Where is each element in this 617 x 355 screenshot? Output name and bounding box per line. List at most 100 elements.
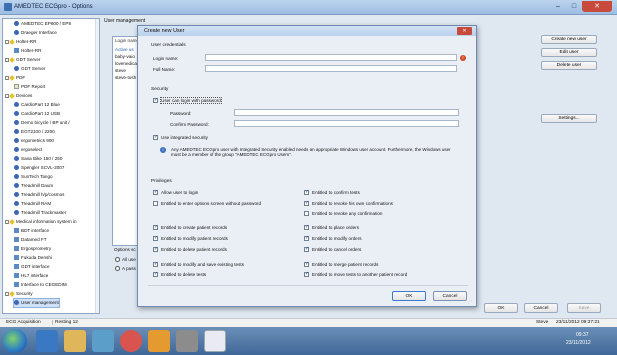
- tree-item-label: Treadmill Trackmaster: [21, 210, 67, 215]
- tree-item[interactable]: ergoselect: [14, 146, 42, 154]
- ecgpro-icon[interactable]: [204, 330, 226, 352]
- minimize-button[interactable]: –: [550, 1, 566, 12]
- tree-item[interactable]: Fukuda Denshi: [14, 254, 52, 262]
- star-icon: [9, 74, 15, 81]
- plug-icon: [14, 282, 19, 288]
- privilege-label: Entitled to revoke his own confirmations: [312, 201, 393, 206]
- tree-item[interactable]: AMEDTEC EP800 / EP8: [14, 20, 71, 28]
- password-field[interactable]: [234, 109, 459, 116]
- tree-item[interactable]: - GDT Server: [5, 56, 40, 64]
- privilege-checkbox[interactable]: [153, 189, 158, 195]
- tree-item[interactable]: GDT interface: [14, 263, 50, 271]
- privilege-checkbox[interactable]: [304, 211, 309, 216]
- tree-item[interactable]: PDF Report: [14, 83, 45, 91]
- media-icon[interactable]: [92, 330, 114, 352]
- radio-password[interactable]: [115, 266, 120, 271]
- tree-item-label: GDT Server: [21, 66, 46, 71]
- tree-item[interactable]: EGT2100 / 2200: [14, 128, 55, 136]
- tree-item[interactable]: User management: [13, 298, 60, 308]
- tree-item[interactable]: CardioPart 12 Blue: [14, 101, 60, 109]
- tree-item[interactable]: SunTech Tango: [14, 173, 53, 181]
- privilege-checkbox[interactable]: [304, 224, 309, 230]
- privilege-checkbox[interactable]: [304, 261, 309, 267]
- privilege-checkbox[interactable]: [304, 189, 309, 195]
- privilege-checkbox[interactable]: [304, 235, 309, 241]
- status-mode: ECG Acquisition: [6, 320, 41, 325]
- login-name-field[interactable]: [205, 54, 457, 61]
- settings-button[interactable]: Settings...: [541, 114, 597, 123]
- tree-item-label: Security: [16, 291, 33, 296]
- privilege-checkbox[interactable]: [153, 224, 158, 230]
- office-icon[interactable]: [148, 330, 170, 352]
- tree-item[interactable]: Treadmill Daum: [14, 182, 53, 190]
- dialog-close-button[interactable]: ✕: [457, 27, 472, 35]
- tree-item[interactable]: Holter-RR: [14, 47, 41, 55]
- login-with-password-label: User can login with password: [160, 97, 222, 104]
- clock-time: 09:37: [576, 332, 589, 338]
- tree-item[interactable]: Ergosprometry: [14, 245, 51, 253]
- tree-item[interactable]: - Security: [5, 290, 33, 298]
- create-user-button[interactable]: Create new user: [541, 35, 597, 44]
- tree-item[interactable]: CardioPart 12 USB: [14, 110, 60, 118]
- tree-item[interactable]: Draeger Interface: [14, 29, 57, 37]
- tree-item[interactable]: BDT interface: [14, 227, 49, 235]
- login-item[interactable]: baby-vaio: [115, 54, 135, 59]
- privilege-checkbox[interactable]: [153, 246, 158, 252]
- delete-user-button[interactable]: Delete user: [541, 61, 597, 70]
- chrome-icon[interactable]: [120, 330, 142, 352]
- tree-scrollbar[interactable]: [95, 19, 99, 313]
- ok-main-button[interactable]: OK: [484, 303, 518, 313]
- cancel-main-button[interactable]: Cancel: [524, 303, 558, 313]
- login-item[interactable]: lovenedical: [115, 61, 138, 66]
- privilege-checkbox[interactable]: [153, 261, 158, 267]
- password-label: Password:: [170, 111, 192, 116]
- tree-item-label: GDT interface: [21, 264, 50, 269]
- tree-item[interactable]: Sana Bike 150 / 250: [14, 155, 62, 163]
- tree-item[interactable]: - PDF: [5, 74, 25, 82]
- tree-item[interactable]: Interface to CEGEDIM: [14, 281, 67, 289]
- tree-item[interactable]: Treadmill Trackmaster: [14, 209, 66, 217]
- close-button[interactable]: ✕: [582, 1, 612, 12]
- tree-item[interactable]: - Medical information system in: [5, 218, 77, 226]
- tree-item[interactable]: HL7 interface: [14, 272, 48, 280]
- privilege-checkbox[interactable]: [304, 271, 309, 277]
- login-item[interactable]: steve: [115, 68, 126, 73]
- radio-all-users[interactable]: [115, 257, 120, 262]
- ie-icon[interactable]: [36, 330, 58, 352]
- tree-item[interactable]: Treadmill h/p/cosmos: [14, 191, 64, 199]
- privilege-checkbox[interactable]: [304, 246, 309, 252]
- privilege-label: Entitled to revoke any confirmation: [312, 211, 383, 216]
- tree-item[interactable]: Spengler SCVL-2007: [14, 164, 64, 172]
- login-item[interactable]: Active us: [115, 47, 134, 52]
- tree-item[interactable]: Demo bicycle / BP unit /: [14, 119, 70, 127]
- dialog-cancel-button[interactable]: Cancel: [433, 291, 467, 301]
- tree-item[interactable]: Treadmill RAM: [14, 200, 51, 208]
- tree-item[interactable]: - Devices: [5, 92, 32, 100]
- plug-icon: [14, 255, 19, 261]
- edit-user-button[interactable]: Edit user: [541, 48, 597, 57]
- options-tree[interactable]: AMEDTEC EP800 / EP8 Draeger Interface - Hol…: [2, 18, 100, 314]
- privilege-checkbox[interactable]: [304, 200, 309, 206]
- privilege-checkbox[interactable]: [153, 201, 158, 206]
- start-button[interactable]: [3, 329, 27, 353]
- full-name-field[interactable]: [205, 65, 457, 72]
- login-item[interactable]: steve-tosh: [115, 75, 136, 80]
- tree-item[interactable]: Datamed FT: [14, 236, 47, 244]
- confirm-password-field[interactable]: [234, 120, 459, 127]
- app-icon-2[interactable]: [176, 330, 198, 352]
- tree-item[interactable]: ergometrics 900: [14, 137, 54, 145]
- save-button[interactable]: Save: [567, 303, 601, 313]
- privilege-checkbox[interactable]: [153, 271, 158, 277]
- tree-item[interactable]: GDT Server: [14, 65, 45, 73]
- tree-item[interactable]: - Holter-RR: [5, 38, 36, 46]
- error-icon: !: [460, 55, 466, 61]
- integrated-security-checkbox[interactable]: [153, 134, 158, 140]
- clock-date: 23/11/2012: [566, 340, 591, 346]
- dialog-ok-button[interactable]: OK: [392, 291, 426, 301]
- privilege-checkbox[interactable]: [153, 235, 158, 241]
- folder-icon[interactable]: [64, 330, 86, 352]
- tree-item-label: ergoselect: [21, 147, 43, 152]
- resize-grip[interactable]: ⋰: [468, 299, 474, 305]
- login-with-password-checkbox[interactable]: [153, 97, 158, 103]
- maximize-button[interactable]: □: [566, 1, 582, 12]
